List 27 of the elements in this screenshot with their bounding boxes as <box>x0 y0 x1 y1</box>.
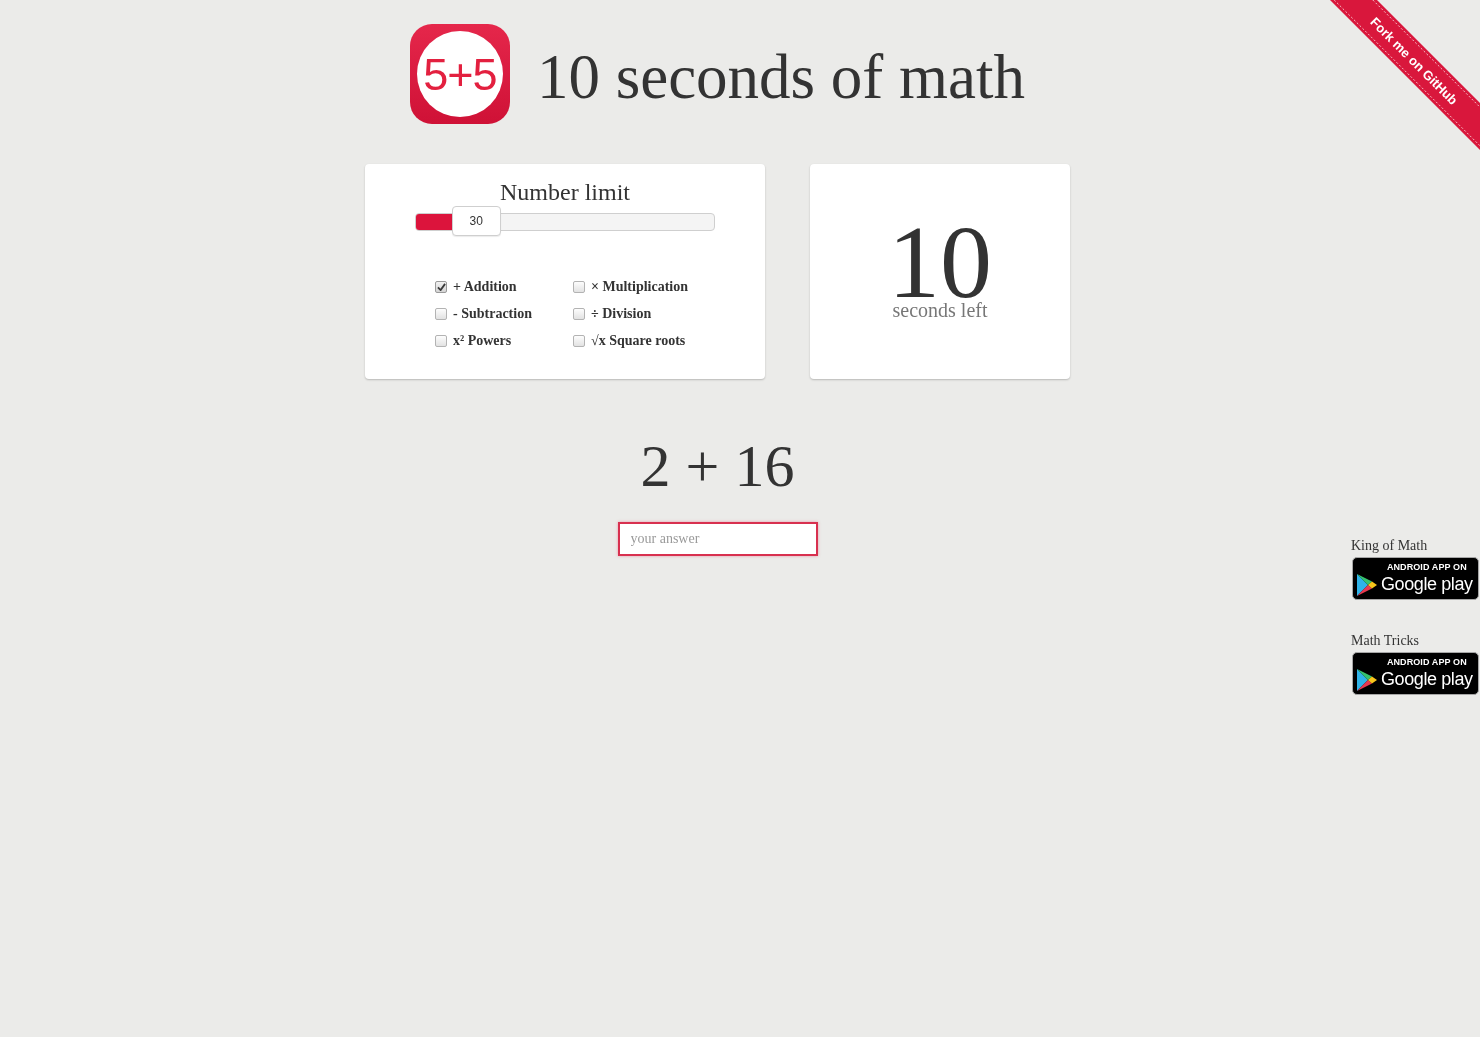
checkbox[interactable] <box>435 334 447 347</box>
checkbox[interactable] <box>573 280 585 293</box>
timer-caption: seconds left <box>892 299 988 322</box>
play-triangle-icon <box>1357 573 1377 596</box>
checkbox-label: ÷ Division <box>591 305 652 322</box>
answer-input[interactable]: your answer <box>617 522 818 556</box>
checkbox[interactable] <box>573 334 585 347</box>
page-title: 10 seconds of math <box>536 41 1026 113</box>
checkbox[interactable] <box>435 307 447 320</box>
checkbox-label: √x Square roots <box>591 332 686 349</box>
checkbox-label: - Subtraction <box>453 305 532 322</box>
checkbox[interactable] <box>435 280 447 293</box>
timer-value: 10 <box>888 222 992 302</box>
google-play-badge[interactable]: ANDROID APP ON Google play <box>1352 557 1479 600</box>
checkbox-label: × Multiplication <box>591 278 689 295</box>
app-name: Math Tricks <box>1351 633 1421 649</box>
app-name: King of Math <box>1351 538 1429 554</box>
play-triangle-icon <box>1357 668 1377 691</box>
checkbox-label: + Addition <box>453 278 517 295</box>
card-title: Number limit <box>499 178 631 206</box>
logo-text: 5+5 <box>416 31 503 117</box>
checkbox-label: x² Powers <box>453 332 512 349</box>
google-play-badge[interactable]: ANDROID APP ON Google play <box>1352 652 1479 695</box>
checkmark-icon <box>436 282 446 291</box>
checkbox[interactable] <box>573 307 585 320</box>
slider-handle[interactable]: 30 <box>451 206 501 236</box>
math-problem: 2 + 16 <box>640 432 795 501</box>
